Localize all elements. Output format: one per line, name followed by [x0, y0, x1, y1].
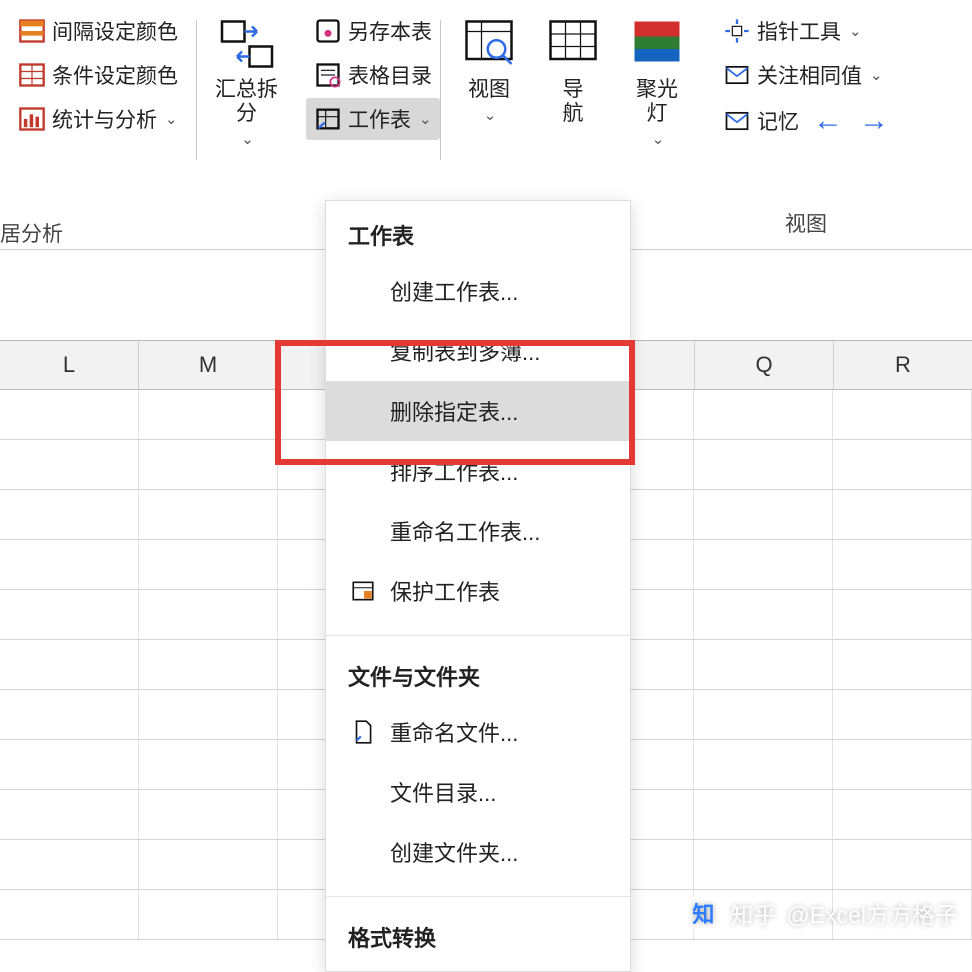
envelope-icon	[723, 61, 751, 89]
stats-analysis-label: 统计与分析	[52, 104, 157, 134]
save-icon	[314, 17, 342, 45]
sheet-toc-label: 表格目录	[348, 60, 432, 90]
grid-icon	[543, 14, 603, 74]
stats-icon	[18, 105, 46, 133]
dropdown-section-title: 格式转换	[326, 917, 630, 963]
split-merge-icon	[217, 14, 277, 74]
memory-button-row: 记忆 ← →	[715, 98, 897, 144]
spotlight-button[interactable]: 聚光 灯 ⌄	[619, 10, 695, 152]
view-button[interactable]: 视图 ⌄	[451, 10, 527, 128]
menu-create-sheet[interactable]: 创建工作表...	[326, 261, 630, 321]
nav-arrows: ← →	[813, 104, 889, 138]
menu-create-folder[interactable]: 创建文件夹...	[326, 822, 630, 882]
navigate-button[interactable]: 导 航	[535, 10, 611, 130]
file-icon	[348, 719, 378, 745]
chevron-down-icon: ⌄	[165, 110, 178, 128]
menu-protect-sheet[interactable]: 保护工作表	[326, 561, 630, 621]
conditional-color-label: 条件设定颜色	[52, 60, 178, 90]
memory-icon	[723, 107, 751, 135]
save-as-sheet-button[interactable]: 另存本表	[306, 10, 440, 52]
chevron-down-icon: ⌄	[652, 130, 665, 148]
nav-forward-button[interactable]: →	[859, 104, 889, 138]
summary-split-label: 汇总拆 分	[215, 78, 278, 126]
navigate-label: 导 航	[563, 78, 584, 126]
save-as-sheet-label: 另存本表	[348, 16, 432, 46]
worksheet-icon	[314, 105, 342, 133]
chevron-down-icon: ⌄	[870, 66, 883, 84]
focus-same-value-label: 关注相同值	[757, 60, 862, 90]
pointer-icon	[723, 17, 751, 45]
column-header[interactable]: M	[139, 341, 278, 389]
focus-same-value-button[interactable]: 关注相同值 ⌄	[715, 54, 897, 96]
toc-icon	[314, 61, 342, 89]
group-caption-view: 视图	[785, 208, 827, 238]
chevron-down-icon: ⌄	[241, 130, 254, 148]
memory-button[interactable]: 记忆	[723, 106, 799, 136]
stats-analysis-button[interactable]: 统计与分析 ⌄	[10, 98, 186, 140]
menu-file-dir[interactable]: 文件目录...	[326, 762, 630, 822]
menu-rename-sheet[interactable]: 重命名工作表...	[326, 501, 630, 561]
watermark-author: @Excel方方格子	[786, 896, 958, 930]
interval-color-label: 间隔设定颜色	[52, 16, 178, 46]
column-header[interactable]: R	[834, 341, 972, 389]
view-icon	[459, 14, 519, 74]
interval-color-button[interactable]: 间隔设定颜色	[10, 10, 186, 52]
lock-sheet-icon	[348, 578, 378, 604]
worksheet-dropdown-button[interactable]: 工作表 ⌄	[306, 98, 440, 140]
menu-copy-to-many[interactable]: 复制表到多簿...	[326, 321, 630, 381]
dropdown-divider	[326, 635, 630, 636]
pointer-tool-button[interactable]: 指针工具 ⌄	[715, 10, 897, 52]
sheet-toc-button[interactable]: 表格目录	[306, 54, 440, 96]
ribbon-group-summary: 汇总拆 分 ⌄	[197, 10, 296, 210]
zhihu-logo-icon: 知	[686, 896, 720, 930]
menu-sort-sheet[interactable]: 排序工作表...	[326, 441, 630, 501]
ribbon-group-view: 视图 ⌄ 导 航 聚光 灯 ⌄	[441, 10, 705, 210]
table-color-icon	[18, 17, 46, 45]
chevron-down-icon: ⌄	[484, 106, 497, 124]
spotlight-icon	[627, 14, 687, 74]
column-header[interactable]: Q	[695, 341, 834, 389]
chevron-down-icon: ⌄	[849, 22, 862, 40]
memory-label: 记忆	[757, 106, 799, 136]
ribbon-group-sheet: 另存本表 表格目录 工作表 ⌄	[296, 10, 440, 210]
view-label: 视图	[468, 78, 510, 102]
column-header[interactable]: L	[0, 341, 139, 389]
worksheet-label: 工作表	[348, 104, 411, 134]
spotlight-label: 聚光 灯	[636, 78, 678, 126]
menu-delete-sheet[interactable]: 删除指定表...	[326, 381, 630, 441]
menu-rename-file[interactable]: 重命名文件...	[326, 702, 630, 762]
ribbon-group-tools: 指针工具 ⌄ 关注相同值 ⌄ 记忆 ← →	[705, 10, 907, 210]
table-fill-icon	[18, 61, 46, 89]
group-caption-partial: 居分析	[0, 218, 63, 248]
nav-back-button[interactable]: ←	[813, 104, 843, 138]
watermark-site: 知乎	[730, 896, 776, 930]
chevron-down-icon: ⌄	[419, 110, 432, 128]
conditional-color-button[interactable]: 条件设定颜色	[10, 54, 186, 96]
ribbon-group-formatting: 间隔设定颜色 条件设定颜色 统计与分析 ⌄	[0, 10, 196, 210]
dropdown-divider	[326, 896, 630, 897]
worksheet-dropdown-menu: 工作表 创建工作表... 复制表到多簿... 删除指定表... 排序工作表...…	[325, 200, 631, 972]
summary-split-button[interactable]: 汇总拆 分 ⌄	[207, 10, 286, 152]
dropdown-section-title: 工作表	[326, 215, 630, 261]
pointer-tool-label: 指针工具	[757, 16, 841, 46]
dropdown-section-title: 文件与文件夹	[326, 656, 630, 702]
watermark: 知 知乎 @Excel方方格子	[686, 896, 958, 930]
